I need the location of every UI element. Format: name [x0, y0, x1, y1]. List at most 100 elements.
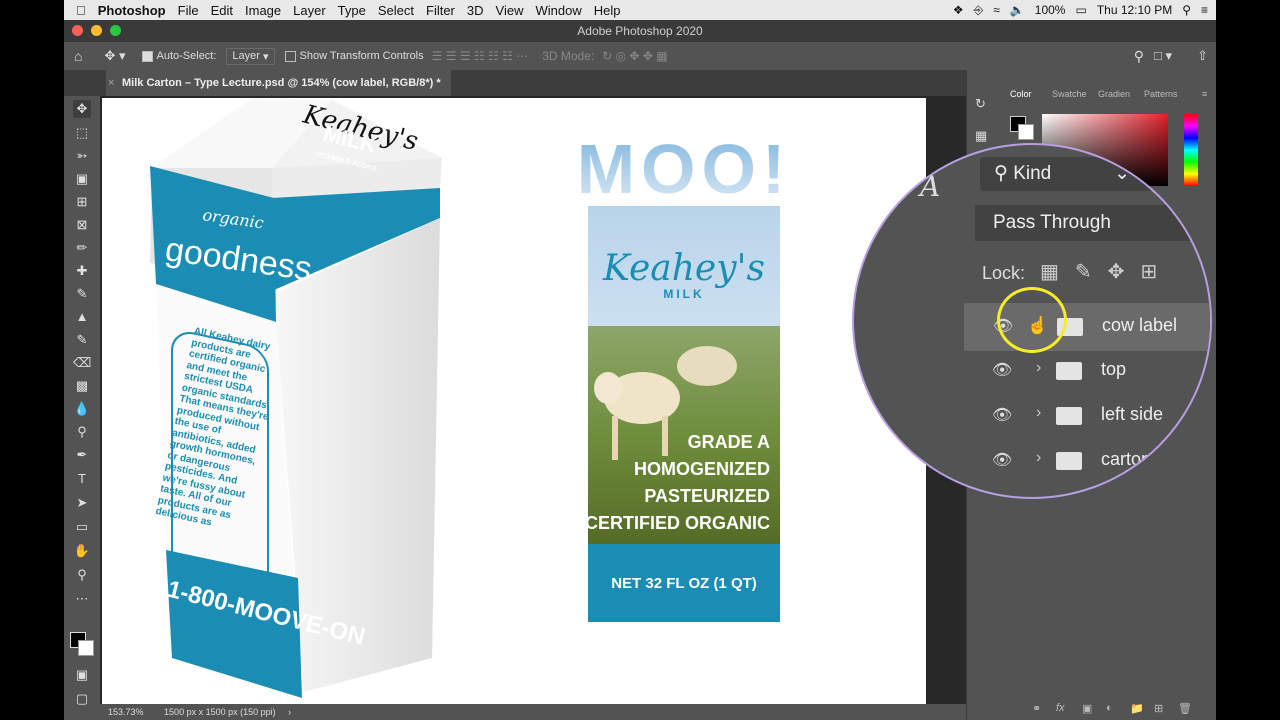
type-tool[interactable]: T [73, 470, 91, 488]
tab-swatches[interactable]: Swatche [1052, 89, 1087, 99]
bluetooth-icon[interactable]: ⎆ [974, 3, 984, 18]
workspace-icon[interactable]: □ ▾ [1154, 48, 1172, 64]
menu-filter[interactable]: Filter [426, 3, 455, 18]
search-icon[interactable]: ⚲ [1134, 48, 1144, 65]
status-arrow-icon[interactable]: › [288, 707, 291, 717]
document-canvas[interactable]: Keahey's MILK VITAMIN D ADDED organic go… [102, 98, 926, 704]
apple-icon[interactable]:  [76, 3, 86, 18]
frame-tool[interactable]: ⊠ [73, 216, 91, 234]
screen-mode-icon[interactable]: ▢ [73, 690, 91, 708]
lock-pixels-icon[interactable]: ✎ [1075, 259, 1092, 284]
move-tool-icon[interactable]: ✥ ▾ [104, 48, 125, 64]
menu-type[interactable]: Type [338, 3, 366, 18]
object-select-tool[interactable]: ▣ [73, 170, 91, 188]
chevron-right-icon[interactable]: › [1036, 404, 1041, 422]
close-window-button[interactable] [72, 25, 83, 36]
healing-tool[interactable]: ✚ [73, 262, 91, 280]
tab-color[interactable]: Color [1010, 89, 1032, 99]
pen-tool[interactable]: ✒ [73, 446, 91, 464]
crop-tool[interactable]: ⊞ [73, 193, 91, 211]
label-homogenized: HOMOGENIZED [634, 459, 770, 479]
layer-row-carton[interactable]: 👁 › carton [964, 438, 1210, 482]
auto-select-dropdown[interactable]: Layer ▾ [226, 47, 275, 65]
history-brush-tool[interactable]: ✎ [73, 331, 91, 349]
move-tool[interactable]: ✥ [73, 100, 91, 118]
close-tab-icon[interactable]: × [108, 70, 114, 96]
home-icon[interactable]: ⌂ [74, 48, 82, 64]
link-layers-icon[interactable]: ⚭ [1032, 702, 1041, 715]
fx-icon[interactable]: fx [1056, 702, 1065, 714]
search-icon[interactable]: ⚲ [1182, 3, 1191, 17]
menu-select[interactable]: Select [378, 3, 414, 18]
clock[interactable]: Thu 12:10 PM [1097, 3, 1172, 17]
layer-row-left-side[interactable]: 👁 › left side [964, 393, 1210, 437]
adjustment-layer-icon[interactable]: ◐ [1106, 702, 1113, 714]
show-transform-checkbox[interactable]: Show Transform Controls [284, 50, 424, 62]
zoom-level[interactable]: 153.73% [108, 707, 144, 717]
layer-row-top[interactable]: 👁 › top [964, 348, 1210, 392]
menu-edit[interactable]: Edit [211, 3, 233, 18]
battery-level[interactable]: 100% [1035, 3, 1066, 17]
align-icons[interactable]: ☰ ☰ ☰ ☷ ☷ ☷ ⋯ [432, 49, 529, 63]
delete-layer-icon[interactable]: 🗑 [1178, 702, 1192, 715]
app-name-menu[interactable]: Photoshop [98, 3, 166, 18]
type-tool-icon[interactable]: A [920, 170, 940, 203]
document-size[interactable]: 1500 px x 1500 px (150 ppi) [164, 707, 276, 717]
minimize-window-button[interactable] [91, 25, 102, 36]
menu-window[interactable]: Window [535, 3, 581, 18]
blend-mode-dropdown[interactable]: Pass Through [975, 205, 1205, 241]
add-mask-icon[interactable]: ▣ [1082, 702, 1092, 715]
lock-transparent-icon[interactable]: ▦ [1040, 259, 1059, 284]
lock-position-icon[interactable]: ✥ [1108, 259, 1125, 284]
path-select-tool[interactable]: ➤ [73, 494, 91, 512]
hand-tool[interactable]: ✋ [73, 542, 91, 560]
3d-mode-icons[interactable]: ↻ ◎ ✥ ✥ ▦ [602, 49, 667, 63]
lasso-tool[interactable]: ➳ [73, 147, 91, 165]
brush-tool[interactable]: ✎ [73, 285, 91, 303]
stamp-tool[interactable]: ▲ [73, 308, 91, 326]
auto-select-checkbox[interactable]: Auto-Select: [141, 50, 216, 62]
tab-gradients[interactable]: Gradien [1098, 89, 1130, 99]
wifi-icon[interactable]: ≈ [993, 3, 1000, 17]
eraser-tool[interactable]: ⌫ [73, 354, 91, 372]
menu-image[interactable]: Image [245, 3, 281, 18]
new-layer-icon[interactable]: ⊞ [1154, 702, 1163, 715]
background-color-swatch[interactable] [78, 640, 94, 656]
menu-file[interactable]: File [178, 3, 199, 18]
quick-mask-icon[interactable]: ▣ [73, 666, 91, 684]
volume-icon[interactable]: 🔈 [1010, 3, 1025, 17]
dodge-tool[interactable]: ⚲ [73, 423, 91, 441]
menu-3d[interactable]: 3D [467, 3, 484, 18]
zoom-tool[interactable]: ⚲ [73, 566, 91, 584]
chevron-right-icon[interactable]: › [1036, 449, 1041, 467]
layer-filter-kind[interactable]: ⚲ Kind ⌄ [980, 157, 1170, 191]
rectangle-tool[interactable]: ▭ [73, 518, 91, 536]
gradient-tool[interactable]: ▩ [73, 377, 91, 395]
lock-artboard-icon[interactable]: ⊞ [1140, 259, 1157, 284]
properties-icon[interactable]: ▦ [975, 128, 987, 144]
eye-icon[interactable]: 👁 [992, 450, 1012, 470]
zoom-window-button[interactable] [110, 25, 121, 36]
chevron-right-icon[interactable]: › [1036, 359, 1041, 377]
new-group-icon[interactable]: 📁 [1130, 702, 1144, 715]
status-bar: 153.73% 1500 px x 1500 px (150 ppi) › [100, 704, 966, 720]
menu-extras-icon[interactable]: ≡ [1201, 3, 1208, 17]
eye-icon[interactable]: 👁 [992, 360, 1012, 380]
menu-layer[interactable]: Layer [293, 3, 326, 18]
panel-menu-icon[interactable]: ≡ [1202, 89, 1207, 99]
tab-patterns[interactable]: Patterns [1144, 89, 1178, 99]
marquee-tool[interactable]: ⬚ [73, 124, 91, 142]
share-icon[interactable]: ⇧ [1197, 48, 1208, 64]
history-icon[interactable]: ↻ [975, 96, 986, 112]
blur-tool[interactable]: 💧 [73, 400, 91, 418]
color-panel-background[interactable] [1018, 124, 1034, 140]
menu-view[interactable]: View [496, 3, 524, 18]
dropbox-icon[interactable]: ❖ [953, 3, 964, 17]
eye-icon[interactable]: 👁 [992, 405, 1012, 425]
canvas-area[interactable]: Keahey's MILK VITAMIN D ADDED organic go… [100, 96, 966, 712]
window-title: Adobe Photoshop 2020 [577, 24, 703, 38]
document-tab[interactable]: × Milk Carton – Type Lecture.psd @ 154% … [106, 70, 451, 96]
more-tools-icon[interactable]: ⋯ [73, 590, 91, 608]
menu-help[interactable]: Help [594, 3, 621, 18]
eyedropper-tool[interactable]: ✏ [73, 239, 91, 257]
